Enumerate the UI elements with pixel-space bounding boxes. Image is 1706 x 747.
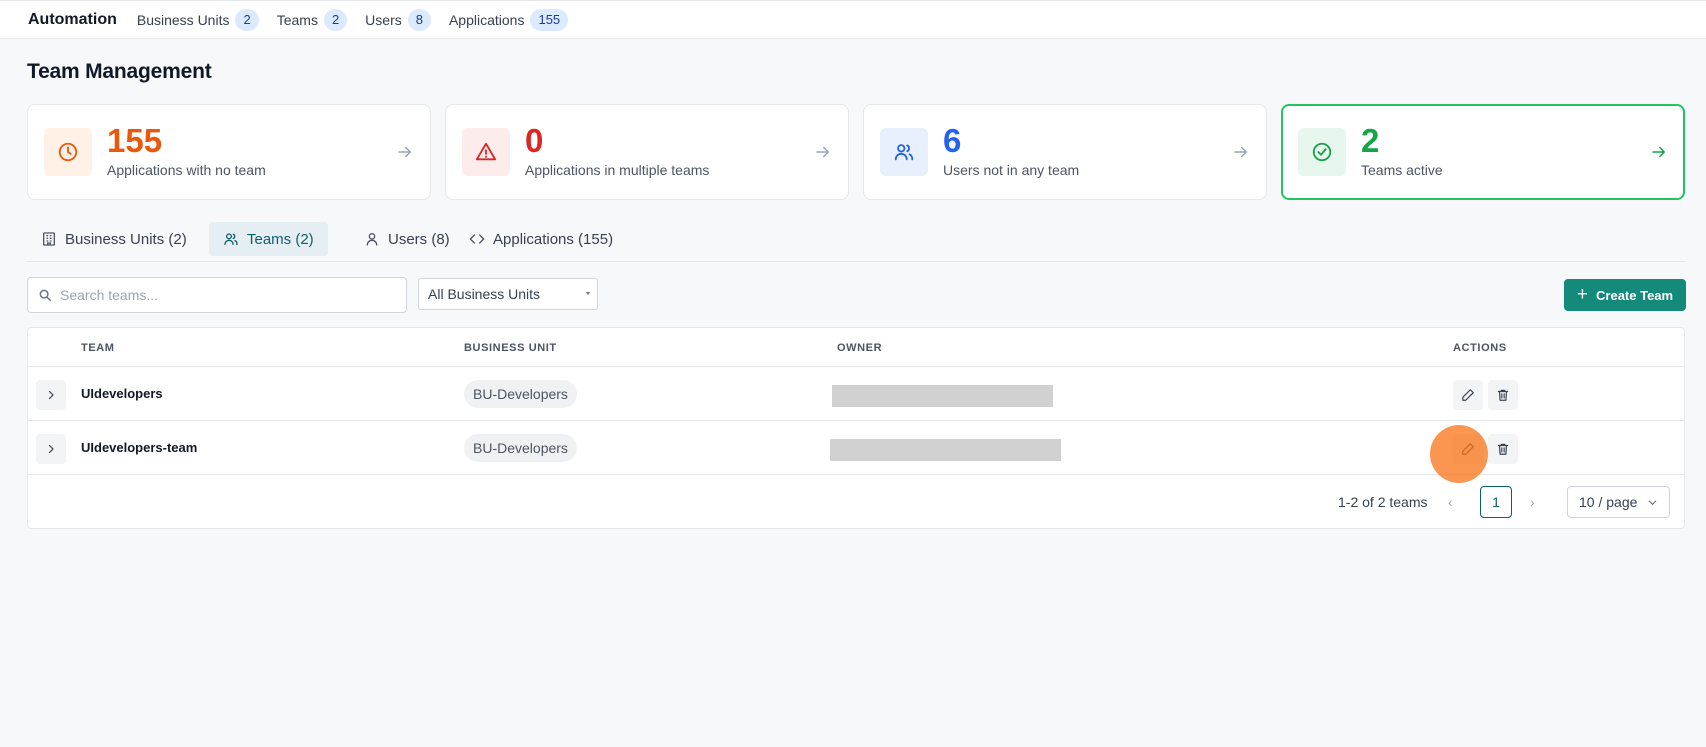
tab-teams[interactable]: Teams (2)	[209, 222, 328, 256]
nav-item-label: Business Units	[136, 11, 230, 28]
business-unit-filter-value: All Business Units	[428, 286, 541, 302]
arrow-right-icon	[398, 146, 412, 158]
edit-team-button[interactable]	[1453, 380, 1483, 410]
page-size-select[interactable]: 10 / page	[1567, 486, 1670, 518]
pencil-icon	[1462, 389, 1474, 401]
stat-label: Applications with no team	[107, 162, 266, 178]
count-badge: 155	[530, 8, 569, 31]
arrow-right-icon	[1234, 146, 1248, 158]
tab-business-units[interactable]: Business Units (2)	[27, 222, 201, 256]
stat-label: Teams active	[1361, 162, 1443, 178]
search-icon	[39, 289, 51, 301]
trash-icon	[1497, 389, 1509, 401]
chevron-right-icon	[48, 444, 54, 454]
arrow-right-icon	[1652, 146, 1666, 158]
building-icon	[43, 232, 55, 246]
count-badge: 8	[407, 8, 431, 31]
tab-users[interactable]: Users (8)	[350, 222, 464, 256]
nav-item-label: Users	[365, 11, 402, 28]
edit-team-button[interactable]	[1453, 434, 1483, 464]
user-icon	[366, 233, 378, 246]
users-icon	[880, 128, 928, 176]
clock-icon	[44, 128, 92, 176]
code-icon	[469, 234, 485, 244]
tab-label: Teams (2)	[247, 230, 314, 248]
owner-redacted	[832, 385, 1053, 407]
pagination-summary: 1-2 of 2 teams	[1338, 494, 1428, 510]
trash-icon	[1497, 443, 1509, 455]
create-team-label: Create Team	[1596, 287, 1674, 303]
stat-card-applications-multiple-teams[interactable]: 0 Applications in multiple teams	[445, 104, 849, 200]
tab-label: Users (8)	[388, 230, 450, 248]
expand-row-button[interactable]	[36, 380, 66, 410]
tab-label: Business Units (2)	[65, 230, 187, 248]
column-header-owner: OWNER	[837, 342, 883, 354]
top-nav: Automation Business Units 2 Teams 2 User…	[0, 0, 1706, 39]
check-circle-icon	[1298, 128, 1346, 176]
pencil-icon	[1462, 443, 1474, 455]
arrow-right-icon	[816, 146, 830, 158]
search-input[interactable]	[60, 287, 380, 303]
chevron-down-icon	[1648, 500, 1657, 505]
brand-title[interactable]: Automation	[28, 11, 117, 29]
owner-redacted	[830, 439, 1061, 461]
expand-row-button[interactable]	[36, 434, 66, 464]
nav-item-applications[interactable]: Applications 155	[448, 8, 569, 31]
column-header-business-unit: BUSINESS UNIT	[464, 342, 557, 354]
plus-icon: +	[1576, 284, 1589, 305]
team-name: UIdevelopers-team	[81, 440, 198, 455]
delete-team-button[interactable]	[1488, 434, 1518, 464]
page-size-value: 10 / page	[1579, 494, 1638, 510]
delete-team-button[interactable]	[1488, 380, 1518, 410]
teams-table: TEAM BUSINESS UNIT OWNER ACTIONS UIdevel…	[27, 327, 1685, 529]
caret-down-icon	[586, 292, 590, 295]
table-header: TEAM BUSINESS UNIT OWNER ACTIONS	[28, 328, 1684, 367]
stat-value: 6	[943, 122, 962, 159]
business-unit-tag: BU-Developers	[464, 380, 577, 408]
nav-item-business-units[interactable]: Business Units 2	[136, 8, 259, 31]
prev-page-icon[interactable]: ‹	[1448, 494, 1453, 510]
count-badge: 2	[323, 8, 348, 31]
stat-label: Users not in any team	[943, 162, 1080, 178]
stat-card-applications-no-team[interactable]: 155 Applications with no team	[27, 104, 431, 200]
page-number-button[interactable]: 1	[1480, 486, 1512, 518]
business-unit-filter[interactable]: All Business Units	[418, 278, 598, 310]
tab-bar: Business Units (2) Teams (2) Users (8) A…	[27, 222, 1685, 262]
count-badge: 2	[235, 8, 259, 31]
stat-card-users-no-team[interactable]: 6 Users not in any team	[863, 104, 1267, 200]
stat-value: 2	[1361, 122, 1380, 159]
nav-item-users[interactable]: Users 8	[365, 8, 431, 31]
nav-item-label: Applications	[448, 11, 525, 28]
stat-value: 155	[107, 122, 163, 159]
warning-icon	[462, 128, 510, 176]
nav-item-teams[interactable]: Teams 2	[276, 8, 348, 31]
column-header-team: TEAM	[81, 342, 115, 354]
tab-label: Applications (155)	[493, 230, 614, 248]
page-title: Team Management	[27, 60, 212, 83]
table-row[interactable]: UIdevelopers BU-Developers	[28, 367, 1684, 421]
table-row[interactable]: UIdevelopers-team BU-Developers	[28, 421, 1684, 475]
column-header-actions: ACTIONS	[1453, 342, 1507, 354]
chevron-right-icon	[48, 390, 54, 400]
create-team-button[interactable]: + Create Team	[1564, 279, 1686, 311]
team-name: UIdevelopers	[81, 386, 163, 401]
users-icon	[224, 233, 238, 245]
nav-item-label: Teams	[276, 11, 318, 28]
stat-label: Applications in multiple teams	[525, 162, 710, 178]
stat-card-teams-active[interactable]: 2 Teams active	[1281, 104, 1685, 200]
business-unit-tag: BU-Developers	[464, 434, 577, 462]
next-page-icon[interactable]: ›	[1530, 494, 1535, 510]
stat-value: 0	[525, 122, 544, 159]
search-box	[27, 277, 407, 313]
tab-applications[interactable]: Applications (155)	[455, 222, 627, 256]
